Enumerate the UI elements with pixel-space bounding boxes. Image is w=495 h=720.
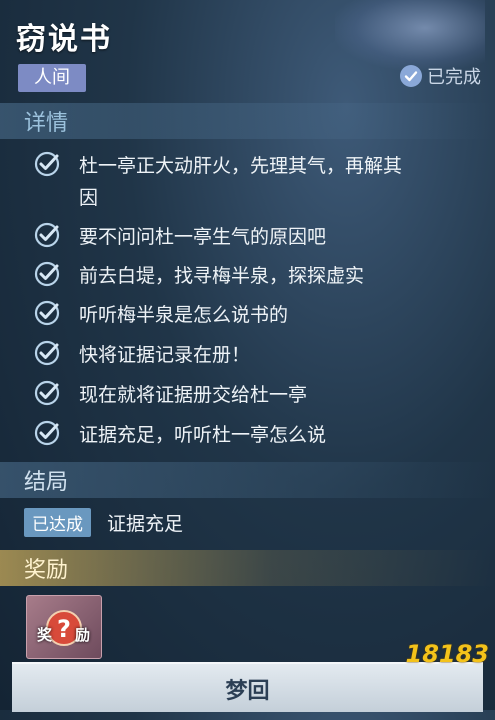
task-item: 证据充足，听听杜一亭怎么说 bbox=[33, 419, 483, 451]
decorative-sparkle bbox=[335, 0, 485, 70]
check-icon bbox=[34, 261, 60, 287]
task-item: 要不问问杜一亭生气的原因吧 bbox=[33, 221, 483, 253]
reward-section-title: 奖励 bbox=[24, 558, 69, 583]
task-text: 证据充足，听听杜一亭怎么说 bbox=[79, 424, 327, 446]
ending-section-title: 结局 bbox=[24, 470, 69, 495]
status-label: 已完成 bbox=[427, 67, 481, 88]
ending-text: 证据充足 bbox=[107, 513, 184, 535]
task-item: 听听梅半泉是怎么说书的 bbox=[33, 299, 483, 331]
reward-item-label-right: 励 bbox=[75, 626, 91, 644]
task-text: 前去白堤，找寻梅半泉，探探虚实 bbox=[79, 265, 365, 287]
task-text: 要不问问杜一亭生气的原因吧 bbox=[79, 226, 327, 248]
task-item: 现在就将证据册交给杜一亭 bbox=[33, 379, 483, 411]
reward-item-label-left: 奖 bbox=[37, 626, 53, 644]
check-icon bbox=[34, 151, 60, 177]
check-icon bbox=[34, 300, 60, 326]
check-icon bbox=[34, 380, 60, 406]
task-item: 快将证据记录在册！ bbox=[33, 339, 483, 371]
quest-status: 已完成 bbox=[400, 63, 481, 89]
svg-text:?: ? bbox=[57, 615, 71, 643]
task-text-line-2: 因 bbox=[79, 187, 99, 209]
check-icon bbox=[34, 420, 60, 446]
quest-category-tag: 人间 bbox=[18, 64, 86, 92]
details-section-title: 详情 bbox=[24, 111, 69, 136]
reward-header-bar bbox=[0, 550, 495, 586]
ending-row: 已达成 证据充足 bbox=[24, 508, 183, 537]
check-icon bbox=[34, 340, 60, 366]
task-text: 杜一亭正大动肝火，先理其气，再解其 因 bbox=[79, 150, 402, 214]
task-text-line-1: 杜一亭正大动肝火，先理其气，再解其 bbox=[79, 155, 403, 177]
dream-return-button[interactable]: 梦回 bbox=[12, 662, 483, 712]
ending-achieved-badge: 已达成 bbox=[24, 508, 91, 537]
ending-header-bar bbox=[0, 462, 495, 498]
check-icon bbox=[34, 222, 60, 248]
site-watermark: 18183 bbox=[405, 640, 490, 668]
details-header-bar bbox=[0, 103, 495, 139]
task-item: 前去白堤，找寻梅半泉，探探虚实 bbox=[33, 260, 483, 292]
check-circle-icon bbox=[400, 65, 422, 87]
quest-title: 窃说书 bbox=[16, 22, 112, 57]
task-text: 快将证据记录在册！ bbox=[79, 344, 251, 366]
reward-item[interactable]: ? 奖 励 bbox=[26, 595, 102, 659]
task-text: 现在就将证据册交给杜一亭 bbox=[79, 384, 308, 406]
task-text: 听听梅半泉是怎么说书的 bbox=[79, 304, 289, 326]
task-item: 杜一亭正大动肝火，先理其气，再解其 因 bbox=[33, 150, 483, 214]
